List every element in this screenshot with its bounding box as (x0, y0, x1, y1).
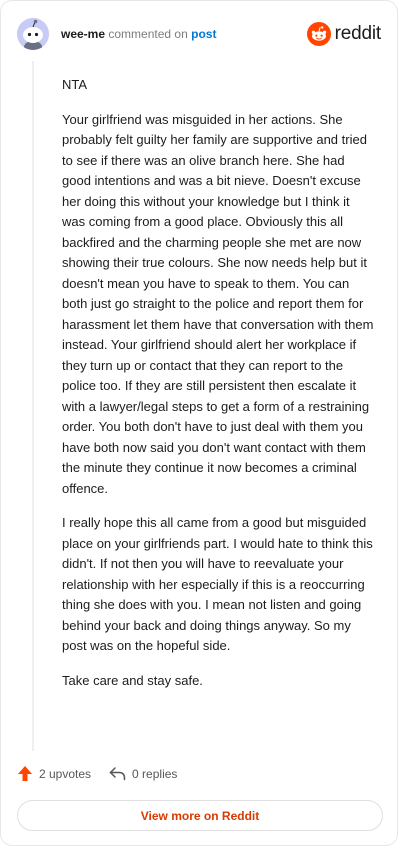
username[interactable]: wee-me (61, 27, 105, 41)
reddit-logo-icon (306, 22, 331, 46)
action-text: commented on (108, 27, 188, 41)
comment-paragraph: Your girlfriend was misguided in her act… (62, 111, 374, 496)
upvote-button[interactable]: 2 upvotes (17, 765, 91, 782)
reply-arrow-icon (109, 767, 126, 781)
reply-button[interactable]: 0 replies (109, 766, 177, 781)
avatar[interactable] (17, 18, 49, 50)
comment-header: wee-me commented on post reddit (17, 17, 381, 51)
comment-paragraph: Take care and stay safe. (62, 672, 203, 688)
upvote-count: 2 upvotes (39, 766, 92, 781)
comment-card: wee-me commented on post reddit NTA Your… (0, 0, 398, 846)
snoo-avatar-icon (17, 18, 49, 50)
brand-wordmark: reddit (334, 23, 382, 44)
comment-paragraph: NTA (62, 77, 88, 92)
view-more-button[interactable]: View more on Reddit (17, 800, 383, 831)
reddit-brand[interactable]: reddit (306, 22, 382, 46)
comment-body: NTA Your girlfriend was misguided in her… (62, 75, 374, 705)
reply-count: 0 replies (132, 766, 178, 781)
upvote-arrow-icon (18, 766, 32, 781)
post-link[interactable]: post (191, 27, 216, 41)
comment-paragraph: I really hope this all came from a good … (62, 515, 373, 653)
header-text: wee-me commented on post (61, 26, 216, 42)
comment-actions: 2 upvotes 0 replies (17, 765, 195, 782)
thread-line (32, 61, 34, 751)
